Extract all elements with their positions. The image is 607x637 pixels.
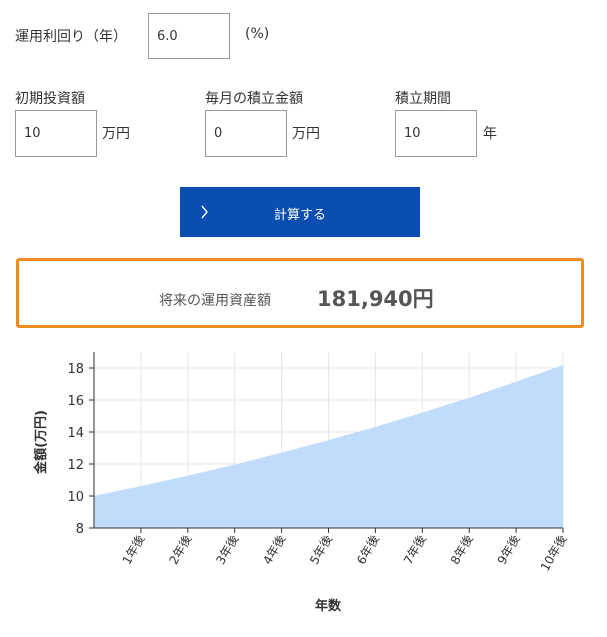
y-axis-label: 金額(万円) [33, 410, 49, 475]
result-box: 将来の運用資産額 181,940円 [16, 258, 584, 328]
y-tick-label: 8 [76, 522, 84, 537]
monthly-label: 毎月の積立金額 [205, 91, 303, 107]
asset-growth-chart: 81012141618 1年後 2年後 3年後 4年後 5年後 6年後 7年後 8年後 9年後 1… [33, 352, 570, 614]
monthly-unit: 万円 [292, 126, 320, 142]
rate-label: 運用利回り（年） [15, 29, 127, 45]
calculate-button[interactable]: 計算する [180, 187, 420, 237]
x-tick-label: 8年後 [448, 533, 476, 567]
rate-input[interactable] [148, 13, 230, 59]
x-tick-label: 2年後 [166, 533, 194, 567]
result-value: 181,940円 [317, 287, 434, 311]
calculate-button-label: 計算する [273, 208, 326, 223]
x-tick-label: 3年後 [213, 533, 241, 567]
initial-input[interactable] [15, 110, 97, 157]
period-label: 積立期間 [395, 91, 451, 107]
x-tick-label: 9年後 [495, 533, 523, 567]
x-tick-label: 5年後 [307, 533, 335, 567]
period-input[interactable] [395, 110, 477, 157]
monthly-input[interactable] [205, 110, 287, 157]
y-tick-labels: 8 10 12 14 16 18 [67, 362, 84, 537]
y-tick-label: 12 [67, 458, 84, 473]
x-tick-label: 1年後 [120, 533, 148, 567]
period-unit: 年 [483, 126, 497, 142]
x-tick-label: 4年後 [260, 533, 288, 567]
y-tick-label: 14 [67, 426, 84, 441]
x-tick-label: 10年後 [538, 533, 570, 574]
x-tick-label: 7年後 [401, 533, 429, 567]
x-axis-label: 年数 [315, 598, 342, 614]
y-tick-label: 10 [67, 490, 84, 505]
result-label: 将来の運用資産額 [159, 293, 271, 309]
initial-unit: 万円 [102, 126, 130, 142]
y-tick-label: 16 [67, 394, 84, 409]
rate-unit: (%) [245, 26, 270, 42]
y-tick-label: 18 [67, 362, 84, 377]
x-tick-label: 6年後 [354, 533, 382, 567]
x-tick-labels: 1年後 2年後 3年後 4年後 5年後 6年後 7年後 8年後 9年後 10年後 [120, 533, 570, 574]
initial-label: 初期投資額 [15, 91, 85, 107]
